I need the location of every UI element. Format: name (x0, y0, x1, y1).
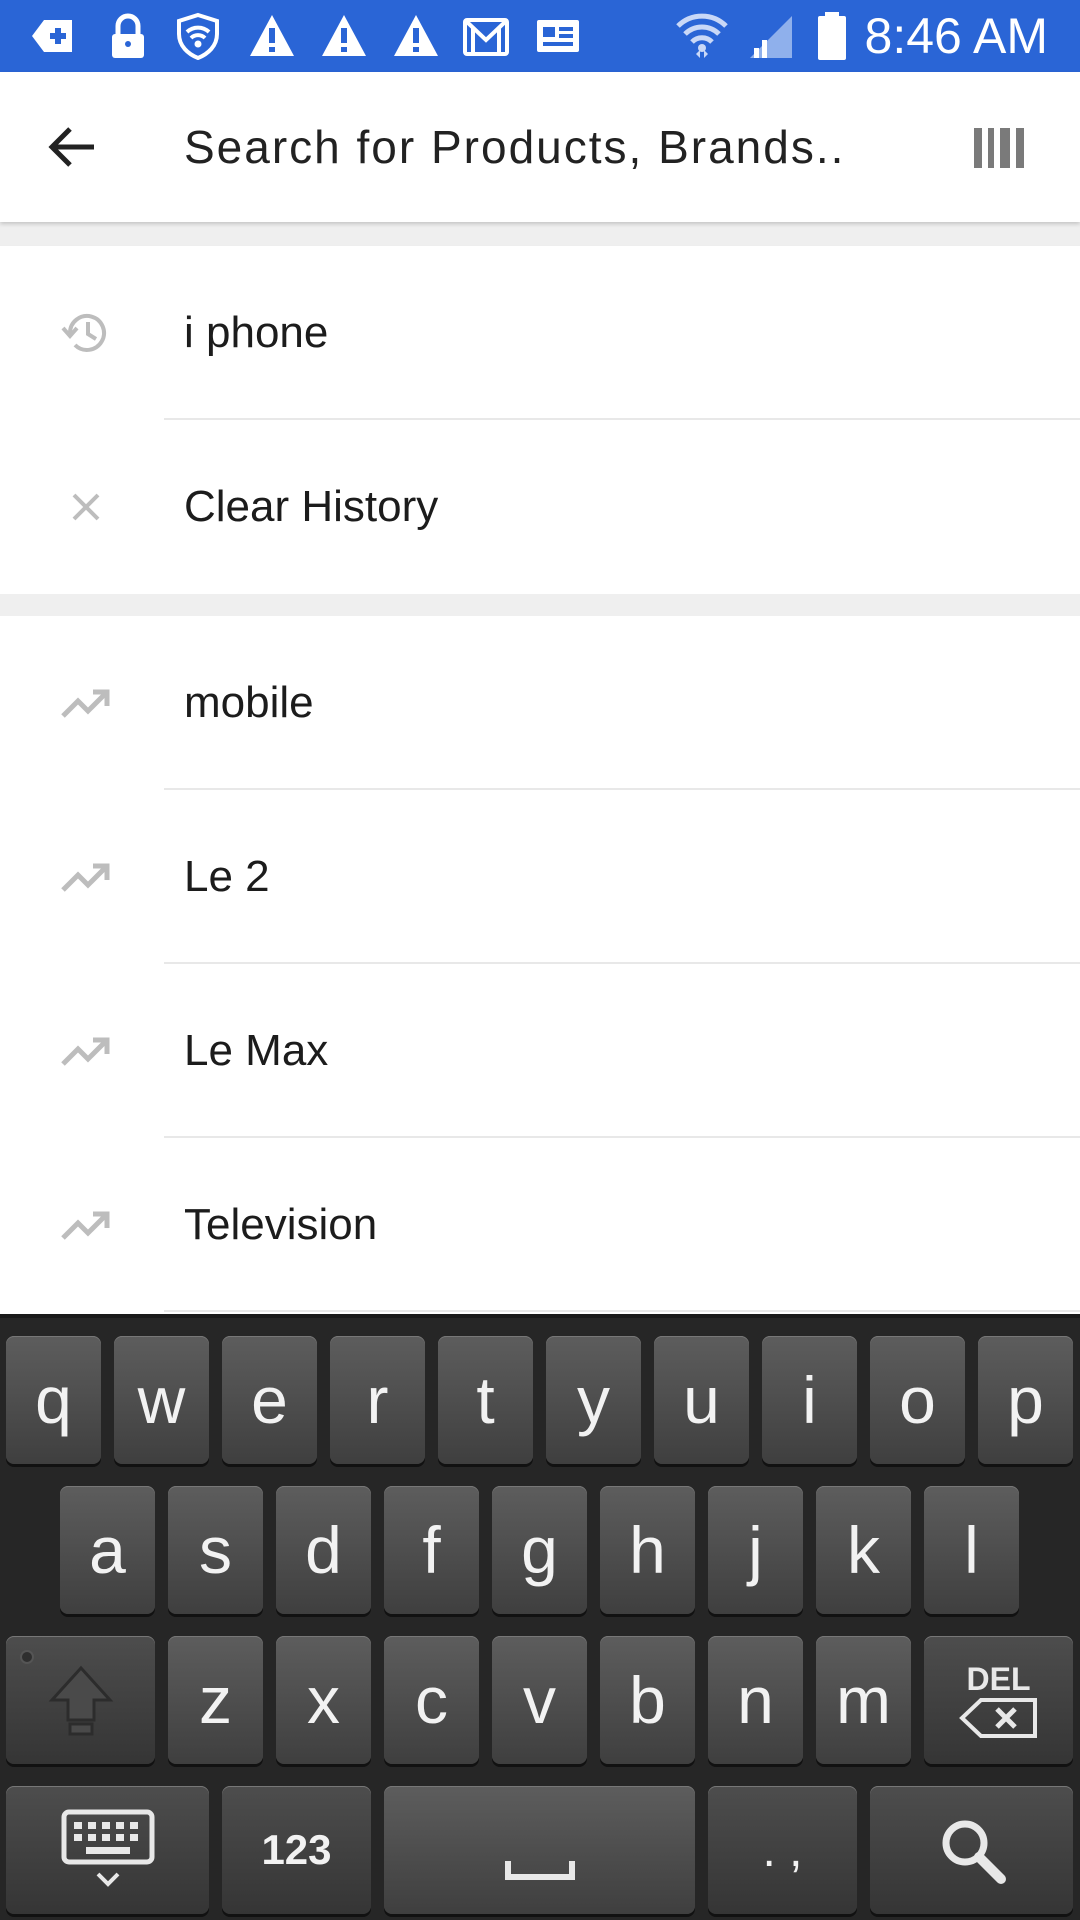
trending-item[interactable]: Le 2 (0, 790, 1080, 964)
key-r[interactable]: r (330, 1336, 425, 1464)
soft-keyboard: q w e r t y u i o p a s d f g h j k l z … (0, 1314, 1080, 1920)
delete-key-label: DEL (966, 1661, 1031, 1697)
search-key[interactable] (870, 1786, 1073, 1914)
trending-item-label: mobile (184, 678, 314, 727)
space-key[interactable] (384, 1786, 695, 1914)
key-d[interactable]: d (276, 1486, 371, 1614)
lock-icon (112, 13, 144, 58)
trending-item-label: Television (184, 1200, 378, 1249)
caps-lock-indicator (20, 1650, 34, 1664)
warning-icon (250, 15, 294, 56)
search-header (0, 72, 1080, 222)
warning-icon (394, 15, 438, 56)
news-icon (537, 20, 579, 52)
hide-keyboard-key[interactable] (6, 1786, 209, 1914)
key-p[interactable]: p (978, 1336, 1073, 1464)
add-notification-icon (32, 20, 72, 52)
delete-key[interactable]: DEL (924, 1636, 1073, 1764)
key-g[interactable]: g (492, 1486, 587, 1614)
key-m[interactable]: m (816, 1636, 911, 1764)
history-icon (56, 303, 116, 363)
keyboard-hide-icon (61, 1809, 154, 1887)
clear-history-button[interactable]: Clear History (0, 420, 1080, 594)
key-s[interactable]: s (168, 1486, 263, 1614)
key-i[interactable]: i (762, 1336, 857, 1464)
section-divider (0, 222, 1080, 246)
back-button[interactable] (32, 112, 112, 182)
section-divider (0, 594, 1080, 616)
key-y[interactable]: y (546, 1336, 641, 1464)
key-w[interactable]: w (114, 1336, 209, 1464)
cellular-signal-icon (750, 16, 792, 58)
key-c[interactable]: c (384, 1636, 479, 1764)
arrow-back-icon (48, 127, 94, 167)
trending-searches-list: mobile Le 2 Le Max Television (0, 616, 1080, 1314)
search-history-list: i phone Clear History (0, 246, 1080, 594)
punctuation-key[interactable]: . , (708, 1786, 857, 1914)
shield-wifi-icon (177, 12, 219, 60)
key-a[interactable]: a (60, 1486, 155, 1614)
barcode-scan-button[interactable] (968, 118, 1032, 178)
key-f[interactable]: f (384, 1486, 479, 1614)
numbers-key-label: 123 (261, 1826, 332, 1873)
shift-key[interactable] (6, 1636, 155, 1764)
numbers-key[interactable]: 123 (222, 1786, 371, 1914)
clear-history-label: Clear History (184, 482, 439, 531)
trending-item-label: Le Max (184, 1026, 329, 1075)
key-k[interactable]: k (816, 1486, 911, 1614)
key-u[interactable]: u (654, 1336, 749, 1464)
key-h[interactable]: h (600, 1486, 695, 1614)
shift-icon (48, 1665, 113, 1736)
trending-item[interactable]: mobile (0, 616, 1080, 790)
trending-item-label: Le 2 (184, 852, 270, 901)
close-icon (56, 477, 116, 537)
status-bar: 8:46 AM (0, 0, 1080, 72)
trending-item[interactable]: Television (0, 1138, 1080, 1312)
warning-icon (322, 15, 366, 56)
trending-up-icon (56, 1195, 116, 1255)
key-l[interactable]: l (924, 1486, 1019, 1614)
key-x[interactable]: x (276, 1636, 371, 1764)
key-z[interactable]: z (168, 1636, 263, 1764)
gmail-icon (463, 18, 509, 56)
wifi-icon (676, 13, 728, 58)
key-q[interactable]: q (6, 1336, 101, 1464)
key-j[interactable]: j (708, 1486, 803, 1614)
search-icon (942, 1820, 1006, 1884)
clock-time: 8:46 AM (864, 8, 1048, 64)
key-b[interactable]: b (600, 1636, 695, 1764)
search-input[interactable] (184, 112, 904, 182)
backspace-icon (958, 1698, 1037, 1738)
divider (164, 1310, 1080, 1312)
battery-icon (818, 12, 846, 60)
punctuation-key-label: . , (762, 1823, 803, 1877)
history-item-label: i phone (184, 308, 329, 357)
history-item[interactable]: i phone (0, 246, 1080, 420)
trending-up-icon (56, 847, 116, 907)
trending-up-icon (56, 1021, 116, 1081)
trending-up-icon (56, 673, 116, 733)
key-n[interactable]: n (708, 1636, 803, 1764)
key-o[interactable]: o (870, 1336, 965, 1464)
trending-item[interactable]: Le Max (0, 964, 1080, 1138)
barcode-icon (974, 128, 1024, 168)
key-v[interactable]: v (492, 1636, 587, 1764)
space-icon (504, 1861, 575, 1880)
key-t[interactable]: t (438, 1336, 533, 1464)
key-e[interactable]: e (222, 1336, 317, 1464)
